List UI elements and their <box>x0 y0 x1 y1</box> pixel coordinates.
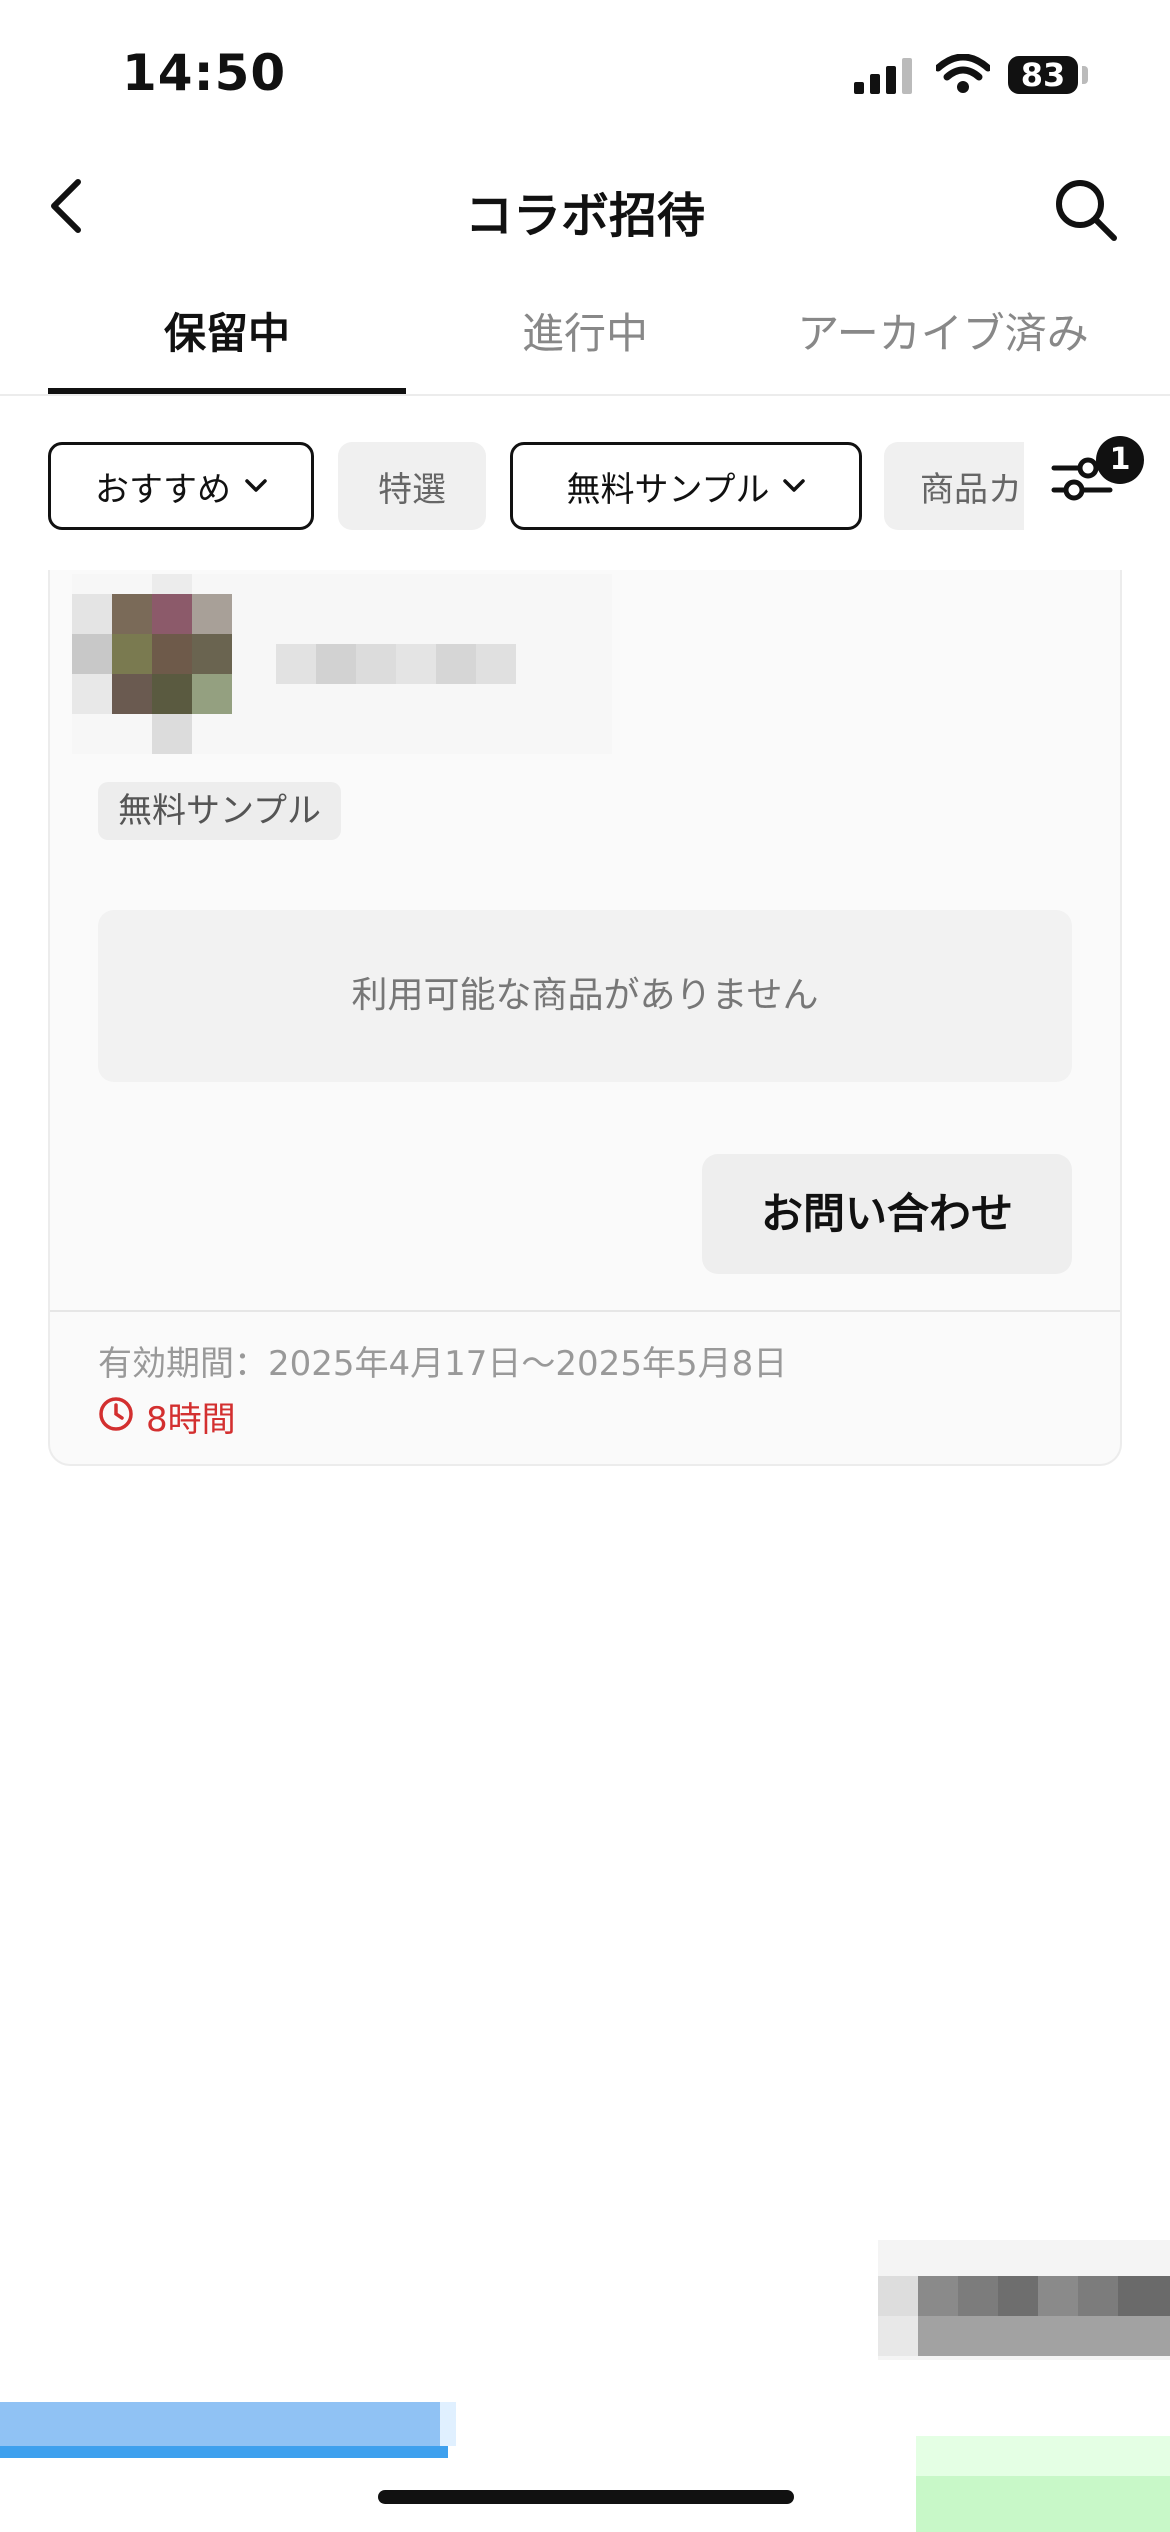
validity-period: 有効期間：2025年4月17日～2025年5月8日 <box>98 1344 788 1384</box>
blurred-overlay <box>878 2240 1170 2360</box>
cellular-signal-icon <box>854 58 912 94</box>
tab-divider <box>0 394 1170 396</box>
home-indicator <box>378 2490 794 2504</box>
filter-chip-label: 商品カ <box>920 469 1022 510</box>
filter-count-badge: 1 <box>1096 436 1144 484</box>
tab-pending[interactable]: 保留中 <box>48 300 406 361</box>
filter-chip-label: 特選 <box>378 469 446 510</box>
filter-chip-label: 無料サンプル <box>566 469 770 510</box>
filter-chip-recommended[interactable]: おすすめ <box>48 442 314 530</box>
tab-in-progress[interactable]: 進行中 <box>406 300 764 361</box>
clock-icon <box>99 1397 133 1431</box>
status-time: 14:50 <box>122 44 287 102</box>
filter-chip-featured[interactable]: 特選 <box>338 442 486 530</box>
battery-level: 83 <box>1008 56 1078 94</box>
search-icon[interactable] <box>1052 176 1120 244</box>
blurred-shop-thumbnail <box>72 574 612 754</box>
blurred-overlay <box>0 2402 456 2458</box>
tab-archived[interactable]: アーカイブ済み <box>764 300 1122 361</box>
filter-chip-label: おすすめ <box>95 469 231 510</box>
page-title: コラボ招待 <box>464 188 705 244</box>
wifi-icon <box>936 54 990 93</box>
free-sample-tag: 無料サンプル <box>98 782 341 840</box>
blurred-overlay <box>916 2436 1170 2532</box>
filter-chip-free-sample[interactable]: 無料サンプル <box>510 442 862 530</box>
time-remaining: 8時間 <box>146 1400 236 1440</box>
chevron-down-icon <box>245 479 267 492</box>
chevron-down-icon <box>783 479 806 492</box>
card-divider <box>50 1310 1120 1312</box>
battery-tip <box>1082 66 1088 84</box>
contact-button[interactable]: お問い合わせ <box>702 1154 1072 1274</box>
no-products-notice: 利用可能な商品がありません <box>98 910 1072 1082</box>
